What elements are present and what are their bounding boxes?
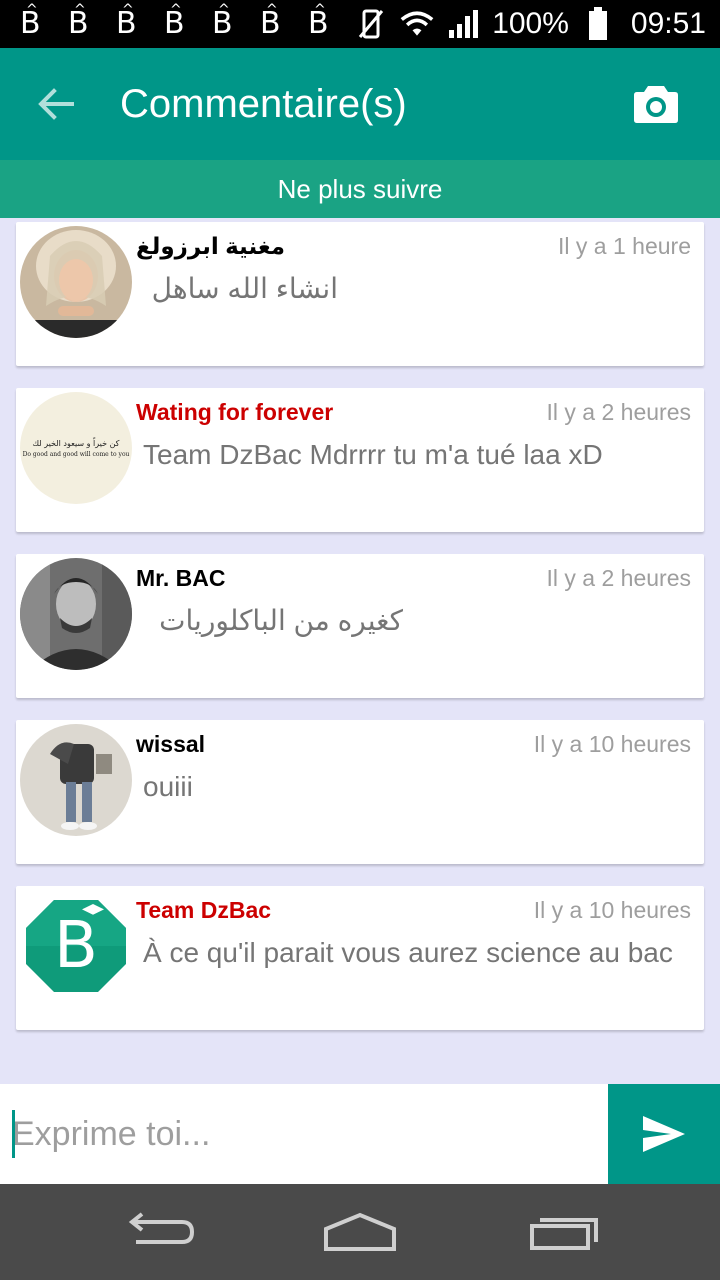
nav-recents-button[interactable]	[524, 1206, 604, 1258]
comment-author[interactable]: Mr. BAC	[136, 564, 225, 592]
comment-card: مغنية ابرزولغ Il y a 1 heure انشاء الله …	[16, 222, 704, 366]
battery-percent: 100%	[492, 7, 569, 40]
comment-time: Il y a 10 heures	[533, 731, 691, 757]
status-right: 100% 09:51	[354, 7, 706, 41]
comment-card: B Team DzBac Il y a 10 heures À ce qu'il…	[16, 886, 704, 1030]
comment-author[interactable]: Team DzBac	[136, 896, 271, 924]
status-clock: 09:51	[630, 7, 706, 40]
dzbac-logo-letter: B	[54, 909, 98, 983]
comment-time: Il y a 2 heures	[546, 399, 691, 425]
avatar[interactable]: كن خيراً و سيعود الخير لك Do good and go…	[20, 392, 132, 504]
avatar-quote-ar: كن خيراً و سيعود الخير لك	[32, 438, 120, 448]
comment-text: كغيره من الباكلوريات	[159, 605, 403, 636]
unfollow-button[interactable]: Ne plus suivre	[0, 160, 720, 218]
avatar-quote-en: Do good and good will come to you	[22, 450, 130, 458]
comment-card: كن خيراً و سيعود الخير لك Do good and go…	[16, 388, 704, 532]
comment-text: Team DzBac Mdrrrr tu m'a tué laa xD	[143, 439, 603, 470]
text-cursor	[12, 1110, 15, 1158]
back-button[interactable]	[34, 84, 78, 124]
comment-author[interactable]: مغنية ابرزولغ	[136, 232, 285, 260]
vibrate-off-icon	[354, 7, 388, 41]
wifi-icon	[400, 7, 434, 41]
comment-text: À ce qu'il parait vous aurez science au …	[143, 937, 673, 968]
comment-time: Il y a 1 heure	[558, 233, 691, 259]
system-nav-bar	[0, 1184, 720, 1280]
nav-back-icon	[128, 1212, 195, 1244]
app-notification-icon: ^ B	[308, 2, 329, 41]
avatar[interactable]: B	[20, 890, 132, 1002]
comment-author[interactable]: Wating for forever	[136, 398, 333, 426]
comment-card: Mr. BAC Il y a 2 heures كغيره من الباكلو…	[16, 554, 704, 698]
comment-time: Il y a 10 heures	[533, 897, 691, 923]
comments-list[interactable]: مغنية ابرزولغ Il y a 1 heure انشاء الله …	[0, 218, 720, 1084]
avatar[interactable]	[20, 558, 132, 670]
camera-button[interactable]	[628, 80, 684, 128]
app-notification-icon: ^ B	[68, 2, 89, 41]
app-notification-icon: ^ B	[164, 2, 185, 41]
comment-time: Il y a 2 heures	[546, 565, 691, 591]
comment-input[interactable]	[0, 1084, 608, 1184]
app-notification-icon: ^ B	[20, 2, 41, 41]
send-icon	[643, 1116, 685, 1152]
notification-icons: ^ B ^ B ^ B ^ B ^ B ^ B ^ B	[20, 2, 336, 41]
nav-recents-icon	[530, 1218, 598, 1250]
app-bar: Commentaire(s)	[0, 48, 720, 160]
comment-input-bar	[0, 1084, 720, 1184]
camera-icon	[634, 86, 678, 123]
arrow-left-icon	[38, 88, 74, 120]
nav-home-button[interactable]	[320, 1206, 400, 1258]
send-button[interactable]	[608, 1084, 720, 1184]
avatar[interactable]	[20, 724, 132, 836]
comment-card: wissal Il y a 10 heures ouiii	[16, 720, 704, 864]
app-notification-icon: ^ B	[212, 2, 233, 41]
app-notification-icon: ^ B	[260, 2, 281, 41]
signal-icon	[446, 7, 480, 41]
comment-text: انشاء الله ساهل	[151, 273, 338, 304]
nav-back-button[interactable]	[120, 1206, 200, 1258]
page-title: Commentaire(s)	[120, 82, 407, 126]
avatar[interactable]	[20, 226, 132, 338]
comment-author[interactable]: wissal	[136, 730, 205, 758]
battery-icon	[581, 7, 615, 41]
status-bar: ^ B ^ B ^ B ^ B ^ B ^ B ^ B 100% 09:51	[0, 0, 720, 48]
comment-text: ouiii	[143, 771, 193, 802]
app-notification-icon: ^ B	[116, 2, 137, 41]
nav-home-icon	[324, 1212, 396, 1251]
